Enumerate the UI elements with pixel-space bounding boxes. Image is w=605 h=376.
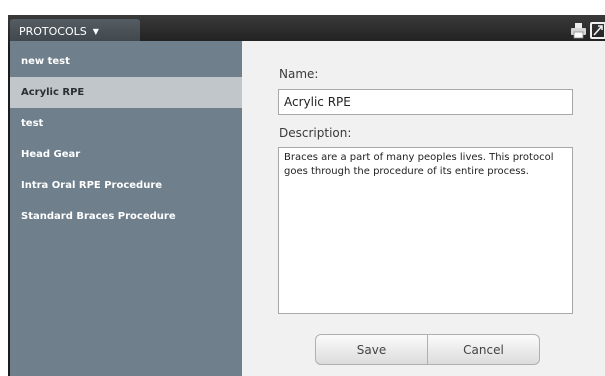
sidebar-item-test[interactable]: test <box>10 108 242 139</box>
form-button-group: Save Cancel <box>315 334 540 365</box>
protocol-detail-panel: Name: Description: Braces are a part of … <box>242 41 605 376</box>
sidebar-item-standard-braces-procedure[interactable]: Standard Braces Procedure <box>10 201 242 232</box>
sidebar-item-intra-oral-rpe-procedure[interactable]: Intra Oral RPE Procedure <box>10 170 242 201</box>
protocols-menu-label: PROTOCOLS <box>19 25 87 38</box>
sidebar-item-new-test[interactable]: new test <box>10 46 242 77</box>
print-icon[interactable] <box>570 22 587 39</box>
sidebar-item-acrylic-rpe[interactable]: Acrylic RPE <box>10 77 242 108</box>
cancel-button[interactable]: Cancel <box>427 335 539 364</box>
sidebar-item-head-gear[interactable]: Head Gear <box>10 139 242 170</box>
expand-icon[interactable] <box>590 22 605 39</box>
description-label: Description: <box>279 126 352 140</box>
name-label: Name: <box>279 67 319 81</box>
description-field[interactable]: Braces are a part of many peoples lives.… <box>278 147 573 314</box>
protocol-list: new test Acrylic RPE test Head Gear Intr… <box>10 41 242 376</box>
save-button[interactable]: Save <box>316 335 427 364</box>
name-field[interactable] <box>278 89 573 115</box>
